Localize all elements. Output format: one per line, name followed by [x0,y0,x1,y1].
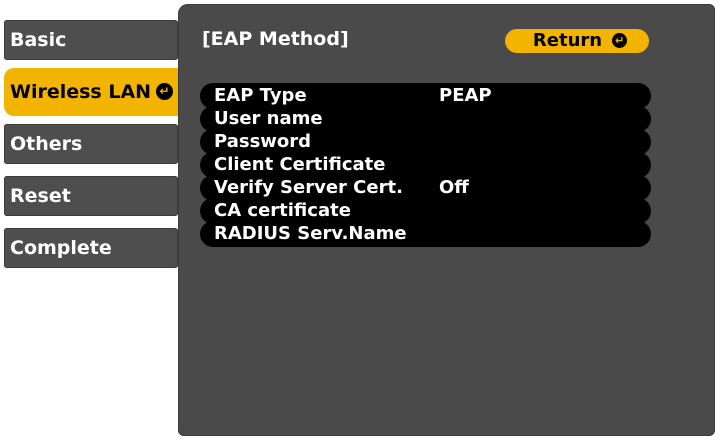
return-button[interactable]: Return ↵ [505,29,649,53]
sidebar-item-reset[interactable]: Reset [4,176,178,216]
sidebar: Basic Wireless LAN ↵ Others Reset Complet… [0,0,200,440]
sidebar-item-label: Complete [10,237,112,259]
enter-icon: ↵ [612,32,628,48]
sidebar-item-label: Basic [10,29,67,51]
sidebar-item-others[interactable]: Others [4,124,178,164]
sidebar-item-basic[interactable]: Basic [4,20,178,60]
sidebar-item-complete[interactable]: Complete [4,228,178,268]
enter-icon: ↵ [156,83,174,100]
settings-list: EAP Type PEAP User name Password Client … [200,83,651,247]
sidebar-item-label: Wireless LAN [10,81,152,103]
sidebar-item-wireless-lan[interactable]: Wireless LAN ↵ [4,68,192,116]
sidebar-item-label: Reset [10,185,71,207]
settings-panel: [EAP Method] Return ↵ EAP Type PEAP User … [178,4,715,436]
panel-title: [EAP Method] [202,28,349,50]
return-button-label: Return [532,30,603,51]
sidebar-item-label: Others [10,133,83,155]
setting-label: RADIUS Serv.Name [214,223,407,244]
setting-row-radius-serv-name[interactable]: RADIUS Serv.Name [200,221,651,247]
